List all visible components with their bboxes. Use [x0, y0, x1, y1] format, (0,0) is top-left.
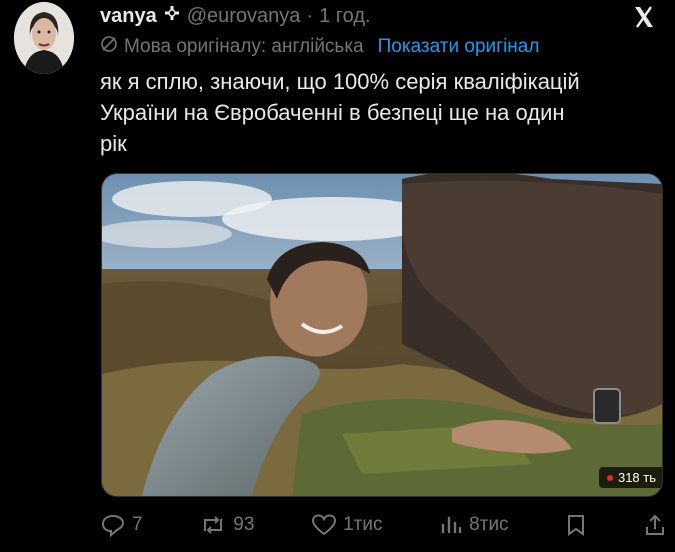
- tweet-media[interactable]: 318 ть: [101, 173, 663, 497]
- translation-label: Мова оригіналу: англійська: [124, 36, 364, 57]
- action-bar: 7 93 1тис 8тис: [100, 508, 666, 542]
- bookmark-icon: [565, 513, 587, 537]
- separator-dot: ·: [306, 4, 314, 27]
- share-icon: [644, 513, 666, 537]
- avatar-portrait: [14, 2, 74, 74]
- translation-row: Мова оригіналу: англійська Показати ориг…: [100, 34, 539, 60]
- tweet-text-line: рік: [100, 131, 127, 156]
- live-dot-icon: [606, 474, 613, 481]
- repost-count: 93: [233, 514, 255, 535]
- tweet-time[interactable]: 1 год.: [319, 5, 370, 28]
- repost-button[interactable]: 93: [199, 513, 254, 537]
- plus-badge-icon: [163, 4, 181, 28]
- x-logo-icon[interactable]: [627, 0, 661, 34]
- author-avatar[interactable]: [14, 2, 74, 74]
- tweet-header: vanya @eurovanya · 1 год.: [100, 2, 371, 30]
- views-count: 8тис: [469, 514, 509, 535]
- author-name[interactable]: vanya: [100, 5, 157, 28]
- show-original-link[interactable]: Показати оригінал: [378, 36, 540, 58]
- heart-icon: [311, 513, 337, 537]
- like-count: 1тис: [343, 514, 383, 535]
- reply-icon: [100, 513, 126, 537]
- bookmark-button[interactable]: [565, 513, 587, 537]
- tweet-text-line: як я сплю, знаючи, що 100% серія кваліфі…: [100, 69, 580, 94]
- analytics-icon: [439, 513, 463, 537]
- reply-count: 7: [132, 514, 143, 535]
- views-badge: 318 ть: [598, 467, 662, 488]
- views-button[interactable]: 8тис: [439, 513, 509, 537]
- repost-icon: [199, 513, 227, 537]
- tweet-text: як я сплю, знаючи, що 100% серія кваліфі…: [100, 66, 660, 159]
- author-handle[interactable]: @eurovanya: [187, 5, 301, 28]
- video-thumbnail: [102, 174, 662, 496]
- tweet-text-line: України на Євробаченні в безпеці ще на о…: [100, 100, 565, 125]
- share-button[interactable]: [644, 513, 666, 537]
- globe-slash-icon: [100, 35, 118, 59]
- reply-button[interactable]: 7: [100, 513, 143, 537]
- views-badge-label: 318 ть: [617, 470, 656, 485]
- like-button[interactable]: 1тис: [311, 513, 382, 537]
